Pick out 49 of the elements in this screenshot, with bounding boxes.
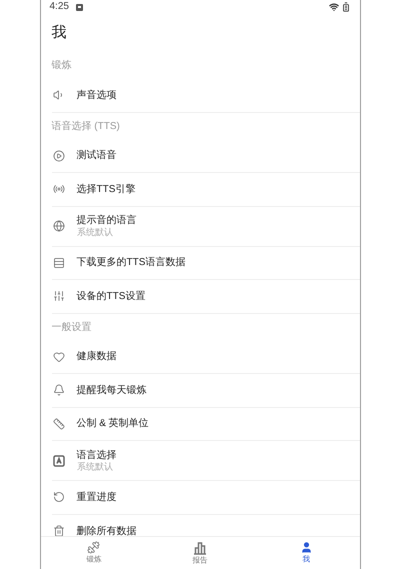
row-subtitle: 系统默认 [76, 462, 112, 472]
page-title: 我 [52, 22, 66, 43]
row-subtitle: 系统默认 [76, 228, 114, 238]
sliders-icon [52, 290, 64, 302]
section-header: 语音选择 (TTS) [52, 120, 120, 134]
settings-row[interactable]: 提示音的语言 系统默认 [52, 206, 360, 246]
heart-icon [52, 350, 64, 363]
chart-icon [192, 540, 207, 554]
settings-row[interactable]: 删除所有数据 [52, 514, 360, 536]
ruler-icon [52, 418, 64, 430]
speaker-icon [52, 89, 64, 102]
notification-icon [76, 4, 83, 10]
battery-icon [340, 2, 350, 12]
settings-row[interactable]: 健康数据 [52, 340, 360, 374]
row-label: 语言选择 [76, 448, 116, 462]
settings-row[interactable]: 提醒我每天锻炼 [52, 374, 360, 408]
person-icon [300, 541, 313, 554]
row-label: 设备的TTS设置 [76, 290, 146, 303]
section-header: 锻炼 [52, 59, 72, 73]
wifi-icon [328, 2, 338, 12]
row-label: 重置进度 [76, 490, 116, 504]
bell-icon [52, 384, 64, 396]
row-label: 删除所有数据 [76, 524, 136, 536]
row-label: 公制 & 英制单位 [76, 417, 149, 430]
section-header: 一般设置 [52, 320, 92, 334]
reset-icon [52, 491, 64, 504]
globe-icon [52, 220, 64, 232]
settings-row[interactable]: 公制 & 英制单位 [52, 408, 360, 441]
list-icon [52, 256, 64, 269]
settings-row[interactable]: 语言选择 系统默认 [52, 441, 360, 481]
row-label: 声音选项 [76, 88, 116, 102]
trash-icon [52, 525, 64, 536]
settings-row[interactable]: 声音选项 [52, 79, 360, 112]
dumbbell-icon [87, 541, 100, 554]
play-icon [52, 150, 64, 162]
settings-row[interactable]: 重置进度 [52, 481, 360, 514]
status-time: 4:25 [50, 2, 69, 12]
settings-row[interactable]: 设备的TTS设置 [52, 280, 360, 314]
broadcast-icon [52, 183, 64, 196]
row-label: 测试语音 [76, 149, 116, 162]
row-label: 下载更多的TTS语言数据 [76, 256, 186, 270]
settings-row[interactable]: 测试语音 [52, 140, 360, 173]
settings-row[interactable]: 下载更多的TTS语言数据 [52, 246, 360, 280]
settings-row[interactable]: 选择TTS引擎 [52, 173, 360, 206]
row-label: 提醒我每天锻炼 [76, 384, 146, 397]
row-label: 提示音的语言 [76, 214, 136, 227]
letter-box-icon [52, 454, 64, 466]
row-label: 选择TTS引擎 [76, 182, 136, 196]
row-label: 健康数据 [76, 350, 116, 364]
